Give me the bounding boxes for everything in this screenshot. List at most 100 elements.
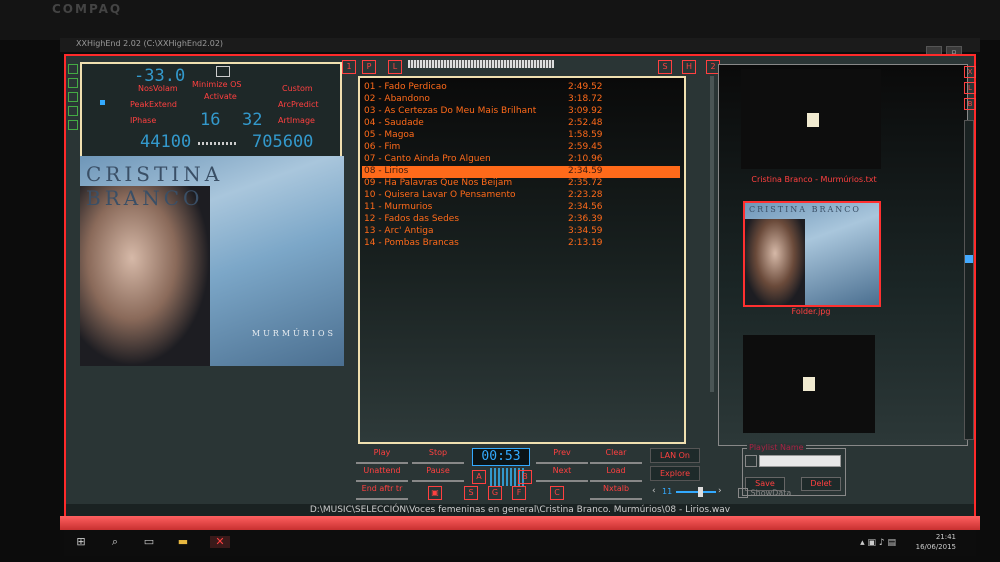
volume-slider[interactable]: ‹ 11 › xyxy=(652,486,726,498)
bits-in: 16 xyxy=(200,110,221,130)
c-button[interactable]: C xyxy=(550,486,564,500)
windows-start-icon[interactable]: ⊞ xyxy=(74,536,88,548)
task-view-icon[interactable]: ▭ xyxy=(142,536,156,548)
search-icon[interactable]: ⌕ xyxy=(108,536,122,548)
playlist-row[interactable]: 01 - Fado Perdicao 2:49.52 xyxy=(362,82,680,94)
track-title: 08 - Lirios xyxy=(364,166,409,176)
tab-l[interactable]: L xyxy=(388,60,402,74)
next-album-button[interactable]: Nxtalb xyxy=(590,484,642,500)
dropdown-toggle[interactable] xyxy=(745,455,757,467)
playlist-row[interactable]: 14 - Pombas Brancas 2:13.19 xyxy=(362,238,680,250)
playlist-row[interactable]: 06 - Fim 2:59.45 xyxy=(362,142,680,154)
track-duration: 2:34.56 xyxy=(568,202,603,212)
iphase-button[interactable]: IPhase xyxy=(130,116,156,125)
slider-track[interactable] xyxy=(676,491,716,493)
files-scrollbar[interactable] xyxy=(964,120,974,440)
status-path: D:\MUSIC\SELECCIÓN\Voces femeninas en ge… xyxy=(309,505,731,515)
playlist-row[interactable]: 05 - Magoa 1:58.59 xyxy=(362,130,680,142)
tab-s[interactable]: S xyxy=(658,60,672,74)
tab-x[interactable]: X xyxy=(964,66,976,78)
rate-in: 44100 xyxy=(140,132,192,152)
playlist-row[interactable]: 04 - Saudade 2:52.48 xyxy=(362,118,680,130)
arc-predict-button[interactable]: ArcPredict xyxy=(278,100,319,109)
left-tab[interactable] xyxy=(68,64,78,74)
monitor-bezel: COMPAQ xyxy=(0,0,1000,40)
playlist-name-input[interactable] xyxy=(759,455,841,467)
chevron-right-icon[interactable]: › xyxy=(718,486,722,496)
window-titlebar[interactable]: XXHighEnd 2.02 (C:\XXHighEnd2.02) xyxy=(60,38,980,52)
left-tab[interactable] xyxy=(68,78,78,88)
playlist-row[interactable]: 09 - Ha Palavras Que Nos Beijam 2:35.72 xyxy=(362,178,680,190)
playlist-row[interactable]: 02 - Abandono 3:18.72 xyxy=(362,94,680,106)
divider-scrollbar[interactable] xyxy=(710,76,714,392)
slider-thumb[interactable] xyxy=(698,487,703,497)
cover-album: MURMÚRIOS xyxy=(251,329,336,338)
stop-button[interactable]: Stop xyxy=(412,448,464,464)
explore-button[interactable]: Explore xyxy=(650,466,700,481)
playlist-row[interactable]: 10 - Quisera Lavar O Pensamento 2:23.28 xyxy=(362,190,680,202)
lan-on-button[interactable]: LAN On xyxy=(650,448,700,463)
clear-button[interactable]: Clear xyxy=(590,448,642,464)
prev-button[interactable]: Prev xyxy=(536,448,588,464)
playlist-row-selected[interactable]: 08 - Lirios 2:34.59 xyxy=(362,166,680,178)
delete-button[interactable]: Delet xyxy=(801,477,841,491)
b-button[interactable]: B xyxy=(518,470,532,484)
track-title: 04 - Saudade xyxy=(364,118,424,128)
custom-button[interactable]: Custom xyxy=(282,84,313,93)
f-button[interactable]: F xyxy=(512,486,526,500)
tab-b[interactable]: B xyxy=(964,98,976,110)
monitor-icon[interactable] xyxy=(216,66,230,77)
tray-icons[interactable]: ▴ ▣ ♪ ▤ xyxy=(860,538,896,548)
scroll-thumb[interactable] xyxy=(965,255,973,263)
g-button[interactable]: G xyxy=(488,486,502,500)
art-image-button[interactable]: ArtImage xyxy=(278,116,315,125)
a-button[interactable]: A xyxy=(472,470,486,484)
nos-volume-button[interactable]: NosVolam xyxy=(138,84,178,93)
stop-square-icon[interactable]: ▣ xyxy=(428,486,442,500)
empty-thumb[interactable] xyxy=(743,335,875,433)
folder-jpg-thumb[interactable]: CRISTINA BRANCO xyxy=(743,201,881,307)
tab-l-right[interactable]: L xyxy=(964,82,976,94)
track-duration: 2:13.19 xyxy=(568,238,603,248)
level-meter xyxy=(198,142,238,145)
s-button[interactable]: S xyxy=(464,486,478,500)
volume-value: 33.0 xyxy=(144,66,186,86)
minimize-os-button[interactable]: Minimize OS xyxy=(192,80,241,89)
left-tab[interactable] xyxy=(68,106,78,116)
load-button[interactable]: Load xyxy=(590,466,642,482)
checkbox-box[interactable] xyxy=(738,488,748,498)
text-file-caption[interactable]: Cristina Branco - Murmúrios.txt xyxy=(719,175,909,184)
next-button[interactable]: Next xyxy=(536,466,588,482)
playlist-row[interactable]: 03 - As Certezas Do Meu Mais Brilhant 3:0… xyxy=(362,106,680,118)
playlist-row[interactable]: 12 - Fados das Sedes 2:36.39 xyxy=(362,214,680,226)
peak-extend-button[interactable]: PeakExtend xyxy=(130,100,177,109)
playlist[interactable]: 01 - Fado Perdicao 2:49.52 02 - Abandono 3… xyxy=(358,76,686,444)
status-bar: D:\MUSIC\SELECCIÓN\Voces femeninas en ge… xyxy=(66,504,974,516)
track-duration: 2:36.39 xyxy=(568,214,603,224)
end-after-track-button[interactable]: End aftr tr xyxy=(356,484,408,500)
track-title: 12 - Fados das Sedes xyxy=(364,214,460,224)
seek-bar[interactable] xyxy=(408,60,554,68)
unattend-button[interactable]: Unattend xyxy=(356,466,408,482)
folder-jpg-caption[interactable]: Folder.jpg xyxy=(719,307,903,316)
tab-one[interactable]: 1 xyxy=(342,60,356,74)
player-taskbar-icon[interactable]: ✕ xyxy=(210,536,230,548)
show-data-checkbox[interactable]: ShowData xyxy=(738,488,791,498)
tab-p[interactable]: P xyxy=(362,60,376,74)
left-tab[interactable] xyxy=(68,120,78,130)
bits-out: 32 xyxy=(242,110,263,130)
left-tab[interactable] xyxy=(68,92,78,102)
track-title: 07 - Canto Ainda Pro Alguen xyxy=(364,154,491,164)
track-duration: 2:49.52 xyxy=(568,82,603,92)
play-button[interactable]: Play xyxy=(356,448,408,464)
chevron-left-icon[interactable]: ‹ xyxy=(652,486,656,496)
pause-button[interactable]: Pause xyxy=(412,466,464,482)
clock[interactable]: 21:41 16/06/2015 xyxy=(916,532,956,552)
playlist-row[interactable]: 13 - Arc' Antiga 3:34.59 xyxy=(362,226,680,238)
folder-icon[interactable]: ▬ xyxy=(176,536,190,548)
playlist-row[interactable]: 11 - Murmurios 2:34.56 xyxy=(362,202,680,214)
tab-h[interactable]: H xyxy=(682,60,696,74)
activate-button[interactable]: Activate xyxy=(204,92,237,101)
text-file-thumb[interactable] xyxy=(741,69,881,169)
playlist-row[interactable]: 07 - Canto Ainda Pro Alguen 2:10.96 xyxy=(362,154,680,166)
